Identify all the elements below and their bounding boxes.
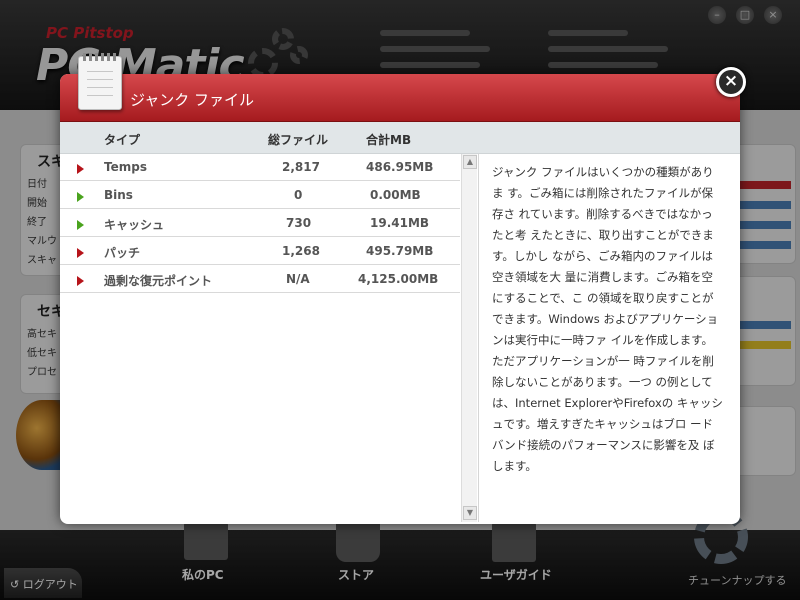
- row-mb: 4,125.00MB: [358, 272, 439, 286]
- table-row[interactable]: キャッシュ 730 19.41MB: [60, 210, 460, 237]
- divider: [478, 154, 479, 522]
- table-header: タイプ 総ファイル 合計MB: [60, 122, 740, 154]
- column-total-mb[interactable]: 合計MB: [366, 131, 411, 148]
- table-row[interactable]: パッチ 1,268 495.79MB: [60, 238, 460, 265]
- expand-arrow-icon[interactable]: [77, 220, 84, 230]
- dialog-close-button[interactable]: ×: [716, 67, 746, 97]
- table-row[interactable]: Temps 2,817 486.95MB: [60, 154, 460, 181]
- expand-arrow-icon[interactable]: [77, 164, 84, 174]
- column-total-files[interactable]: 総ファイル: [268, 131, 328, 148]
- notepad-line: [87, 95, 113, 96]
- scroll-up-button[interactable]: ▲: [463, 155, 477, 169]
- row-mb: 495.79MB: [366, 244, 434, 258]
- row-mb: 0.00MB: [370, 188, 421, 202]
- table-scrollbar[interactable]: ▲ ▼: [461, 154, 477, 522]
- expand-arrow-icon[interactable]: [77, 276, 84, 286]
- row-files: 1,268: [282, 244, 320, 258]
- expand-arrow-icon[interactable]: [77, 248, 84, 258]
- row-files: 730: [286, 216, 312, 230]
- row-type: Bins: [104, 188, 133, 202]
- dialog-header: ジャンク ファイル: [60, 74, 740, 122]
- notepad-line: [87, 79, 113, 80]
- table-row[interactable]: 過剰な復元ポイント N/A 4,125.00MB: [60, 266, 460, 293]
- scroll-down-button[interactable]: ▼: [463, 506, 477, 520]
- row-type: キャッシュ: [104, 218, 165, 232]
- row-type: Temps: [104, 160, 147, 174]
- junk-files-dialog: ジャンク ファイル タイプ 総ファイル 合計MB Temps 2,817 486…: [60, 74, 740, 524]
- expand-arrow-icon[interactable]: [77, 192, 84, 202]
- row-mb: 486.95MB: [366, 160, 434, 174]
- table-row[interactable]: Bins 0 0.00MB: [60, 182, 460, 209]
- row-files: 0: [294, 188, 303, 202]
- row-type: パッチ: [104, 246, 141, 260]
- row-files: N/A: [286, 272, 310, 286]
- dialog-title: ジャンク ファイル: [130, 91, 255, 109]
- notepad-icon: [78, 53, 122, 110]
- notepad-line: [87, 71, 113, 72]
- notepad-line: [87, 87, 113, 88]
- row-mb: 19.41MB: [370, 216, 430, 230]
- row-type: 過剰な復元ポイント: [104, 274, 213, 288]
- row-files: 2,817: [282, 160, 320, 174]
- column-type[interactable]: タイプ: [104, 131, 140, 148]
- junk-file-description: ジャンク ファイルはいくつかの種類がありま す。ごみ箱には削除されたファイルが保…: [492, 165, 723, 473]
